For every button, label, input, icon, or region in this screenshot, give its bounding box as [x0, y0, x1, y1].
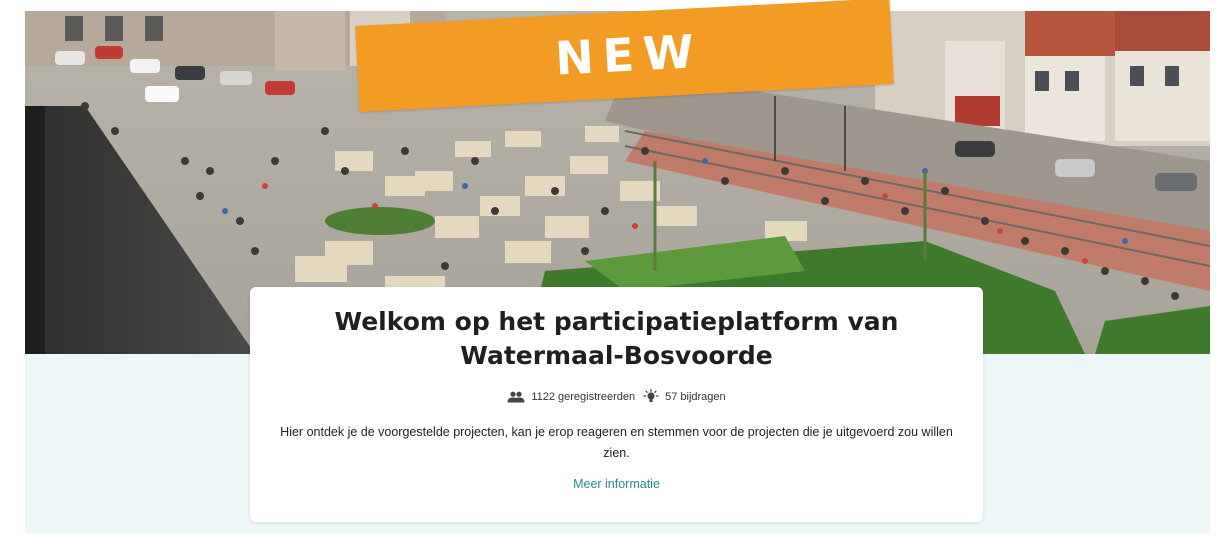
contributions-stat: 57 bijdragen: [643, 389, 726, 405]
more-info-link[interactable]: Meer informatie: [573, 477, 660, 491]
users-icon: [507, 391, 525, 403]
page: NEW Welkom op het participatieplatform v…: [0, 0, 1220, 536]
registered-stat: 1122 geregistreerden: [507, 391, 635, 403]
welcome-card: Welkom op het participatieplatform van W…: [250, 287, 983, 522]
platform-description: Hier ontdek je de voorgestelde projecten…: [280, 425, 953, 460]
stats-row: 1122 geregistreerden 57 bijdragen: [266, 389, 967, 405]
new-badge-label: NEW: [553, 23, 705, 86]
registered-count: 1122 geregistreerden: [531, 391, 636, 403]
contributions-count: 57 bijdragen: [665, 391, 726, 403]
lightbulb-icon: [643, 389, 659, 402]
page-title: Welkom op het participatieplatform van W…: [334, 307, 899, 370]
